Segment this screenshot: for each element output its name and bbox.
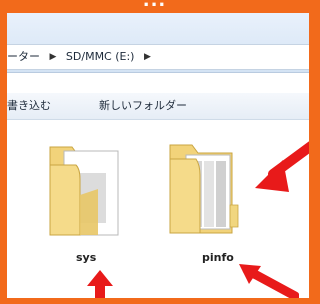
breadcrumb-chevron-icon[interactable]: ▶ <box>50 45 57 69</box>
breadcrumb-sdmmc-drive[interactable]: SD/MMC (E:) <box>66 45 135 69</box>
file-name-label: pinfo <box>202 251 234 264</box>
top-caption: ... <box>142 0 167 11</box>
breadcrumb[interactable]: ーター ▶ SD/MMC (E:) ▶ <box>7 44 309 70</box>
arrow-pointer-icon <box>255 141 309 192</box>
arrow-pointer-icon <box>239 264 299 298</box>
breadcrumb-computer[interactable]: ーター <box>7 45 40 69</box>
command-toolbar: 書き込む 新しいフォルダー <box>7 93 309 120</box>
new-folder-button[interactable]: 新しいフォルダー <box>99 93 187 119</box>
file-name-label: sys <box>76 251 97 264</box>
breadcrumb-chevron-icon[interactable]: ▶ <box>144 45 151 69</box>
arrow-pointer-icon <box>87 270 113 298</box>
write-button[interactable]: 書き込む <box>7 93 51 119</box>
file-list: sys pinfo <box>7 120 309 298</box>
folder-icon <box>49 146 119 236</box>
address-bar: ーター ▶ SD/MMC (E:) ▶ <box>7 13 309 73</box>
folder-icon <box>169 144 239 234</box>
file-item-sys[interactable]: sys <box>42 135 132 285</box>
explorer-window: ーター ▶ SD/MMC (E:) ▶ 書き込む 新しいフォルダー sys pi… <box>7 13 309 298</box>
